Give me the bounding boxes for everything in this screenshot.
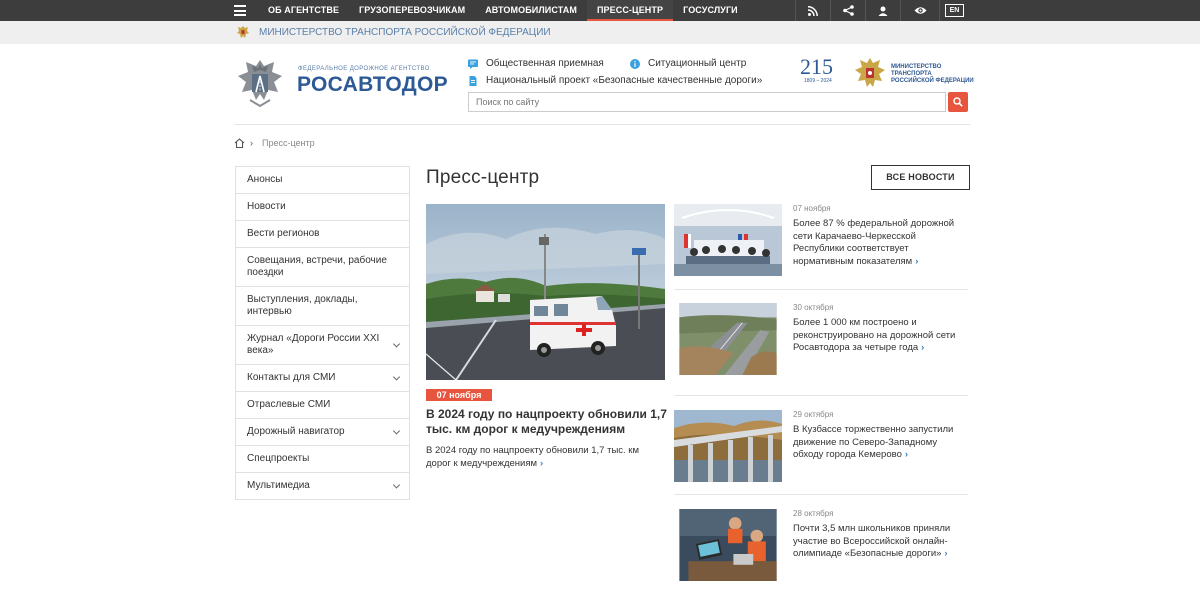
rss-icon[interactable] xyxy=(795,0,830,21)
language-switch[interactable]: EN xyxy=(945,4,964,17)
news-date: 30 октября xyxy=(793,303,834,312)
news-title[interactable]: В Кузбассе торжественно запустили движен… xyxy=(793,424,963,462)
featured-title[interactable]: В 2024 году по нацпроекту обновили 1,7 т… xyxy=(426,407,670,437)
featured-date-badge: 07 ноября xyxy=(426,389,492,401)
public-reception-link[interactable]: Общественная приемная xyxy=(468,58,604,69)
news-thumbnail[interactable] xyxy=(674,410,782,482)
sidebar-item-road-navigator[interactable]: Дорожный навигатор xyxy=(236,419,409,446)
chevron-right-icon: › xyxy=(904,449,909,460)
list-item[interactable]: 28 октября Почти 3,5 млн школьников прин… xyxy=(674,509,968,589)
logo-subtitle: ФЕДЕРАЛЬНОЕ ДОРОЖНОЕ АГЕНТСТВО xyxy=(298,66,430,72)
chevron-right-icon: › xyxy=(944,548,948,559)
list-item[interactable]: 29 октября В Кузбассе торжественно запус… xyxy=(674,410,968,482)
situation-center-link[interactable]: Ситуационный центр xyxy=(630,58,746,69)
nav-item-motorists[interactable]: АВТОМОБИЛИСТАМ xyxy=(475,0,587,21)
situation-center-label: Ситуационный центр xyxy=(648,58,747,69)
news-title-text: В Кузбассе торжественно запустили движен… xyxy=(793,424,954,460)
sidebar: Анонсы Новости Вести регионов Совещания,… xyxy=(235,166,410,500)
top-bar: ОБ АГЕНТСТВЕ ГРУЗОПЕРЕВОЗЧИКАМ АВТОМОБИЛ… xyxy=(0,0,1200,21)
nav-item-about[interactable]: ОБ АГЕНТСТВЕ xyxy=(258,0,349,21)
news-thumbnail[interactable] xyxy=(674,303,782,375)
document-icon xyxy=(469,75,477,86)
logo-title[interactable]: РОСАВТОДОР xyxy=(297,73,448,97)
list-item[interactable]: 30 октября Более 1 000 км построено и ре… xyxy=(674,303,968,383)
anniversary-logo[interactable]: 215 1809 – 2024 xyxy=(800,56,848,90)
anniversary-years: 1809 – 2024 xyxy=(804,78,832,84)
page-title: Пресс-центр xyxy=(426,167,540,188)
sidebar-item-speeches[interactable]: Выступления, доклады, интервью xyxy=(236,287,409,326)
nav-item-carriers[interactable]: ГРУЗОПЕРЕВОЗЧИКАМ xyxy=(349,0,475,21)
breadcrumb-current: Пресс-центр xyxy=(262,138,315,148)
ministry-bar: МИНИСТЕРСТВО ТРАНСПОРТА РОССИЙСКОЙ ФЕДЕР… xyxy=(0,21,1200,44)
info-icon xyxy=(630,58,640,69)
sidebar-item-journal[interactable]: Журнал «Дороги России XXI века» xyxy=(236,326,409,365)
ministry-logo-text: МИНИСТЕРСТВО ТРАНСПОРТА РОССИЙСКОЙ ФЕДЕР… xyxy=(891,64,974,84)
public-reception-label: Общественная приемная xyxy=(486,58,604,69)
crest-icon xyxy=(237,26,249,38)
news-date: 28 октября xyxy=(793,509,834,518)
search-icon xyxy=(953,97,963,107)
breadcrumb-separator: › xyxy=(250,138,253,148)
all-news-button[interactable]: ВСЕ НОВОСТИ xyxy=(871,165,970,190)
national-project-link[interactable]: Национальный проект «Безопасные качестве… xyxy=(468,75,762,86)
search-button[interactable] xyxy=(948,92,968,112)
sidebar-item-meetings[interactable]: Совещания, встречи, рабочие поездки xyxy=(236,248,409,287)
news-title[interactable]: Почти 3,5 млн школьников приняли участие… xyxy=(793,523,963,561)
sidebar-item-special-projects[interactable]: Спецпроекты xyxy=(236,446,409,473)
sidebar-item-media-contacts[interactable]: Контакты для СМИ xyxy=(236,365,409,392)
ministry-crest-icon[interactable] xyxy=(854,56,886,90)
top-tools xyxy=(795,0,940,21)
news-divider xyxy=(674,395,968,396)
anniversary-number: 215 xyxy=(800,54,833,79)
news-title-text: Почти 3,5 млн школьников приняли участие… xyxy=(793,523,951,559)
share-icon[interactable] xyxy=(830,0,865,21)
breadcrumb: › Пресс-центр xyxy=(234,138,315,148)
ministry-link[interactable]: МИНИСТЕРСТВО ТРАНСПОРТА РОССИЙСКОЙ ФЕДЕР… xyxy=(259,21,551,44)
rosavtodor-emblem-icon[interactable] xyxy=(234,56,286,110)
news-date: 29 октября xyxy=(793,410,834,419)
news-divider xyxy=(674,289,968,290)
national-project-label: Национальный проект «Безопасные качестве… xyxy=(486,75,763,86)
news-title-text: Более 1 000 км построено и реконструиров… xyxy=(793,317,956,353)
featured-description[interactable]: В 2024 году по нацпроекту обновили 1,7 т… xyxy=(426,444,656,470)
list-item[interactable]: 07 ноября Более 87 % федеральной дорожно… xyxy=(674,204,968,284)
top-navigation: ОБ АГЕНТСТВЕ ГРУЗОПЕРЕВОЗЧИКАМ АВТОМОБИЛ… xyxy=(258,0,748,21)
news-divider xyxy=(674,494,968,495)
home-icon[interactable] xyxy=(234,138,245,148)
news-title-text: Более 87 % федеральной дорожной сети Кар… xyxy=(793,218,955,267)
search-input[interactable] xyxy=(468,92,946,112)
sidebar-item-regions[interactable]: Вести регионов xyxy=(236,221,409,248)
user-icon[interactable] xyxy=(865,0,900,21)
sidebar-item-announcements[interactable]: Анонсы xyxy=(236,167,409,194)
chevron-right-icon: › xyxy=(915,255,919,267)
news-title[interactable]: Более 1 000 км построено и реконструиров… xyxy=(793,317,963,355)
nav-item-gosuslugi[interactable]: ГОСУСЛУГИ xyxy=(673,0,748,21)
news-date: 07 ноября xyxy=(793,204,831,213)
news-title[interactable]: Более 87 % федеральной дорожной сети Кар… xyxy=(793,218,963,268)
sidebar-item-multimedia[interactable]: Мультимедиа xyxy=(236,473,409,499)
news-thumbnail[interactable] xyxy=(674,204,782,276)
chevron-right-icon: › xyxy=(921,342,925,353)
news-thumbnail[interactable] xyxy=(674,509,782,581)
header-divider xyxy=(234,124,970,125)
sidebar-item-industry-media[interactable]: Отраслевые СМИ xyxy=(236,392,409,419)
nav-item-press-center[interactable]: ПРЕСС-ЦЕНТР xyxy=(586,0,674,21)
sidebar-item-news[interactable]: Новости xyxy=(236,194,409,221)
menu-icon[interactable] xyxy=(234,5,246,16)
featured-description-text: В 2024 году по нацпроекту обновили 1,7 т… xyxy=(426,445,639,469)
chat-icon xyxy=(468,59,478,69)
featured-news-image[interactable] xyxy=(426,204,665,380)
chevron-right-icon: › xyxy=(540,458,544,469)
eye-icon[interactable] xyxy=(900,0,940,21)
